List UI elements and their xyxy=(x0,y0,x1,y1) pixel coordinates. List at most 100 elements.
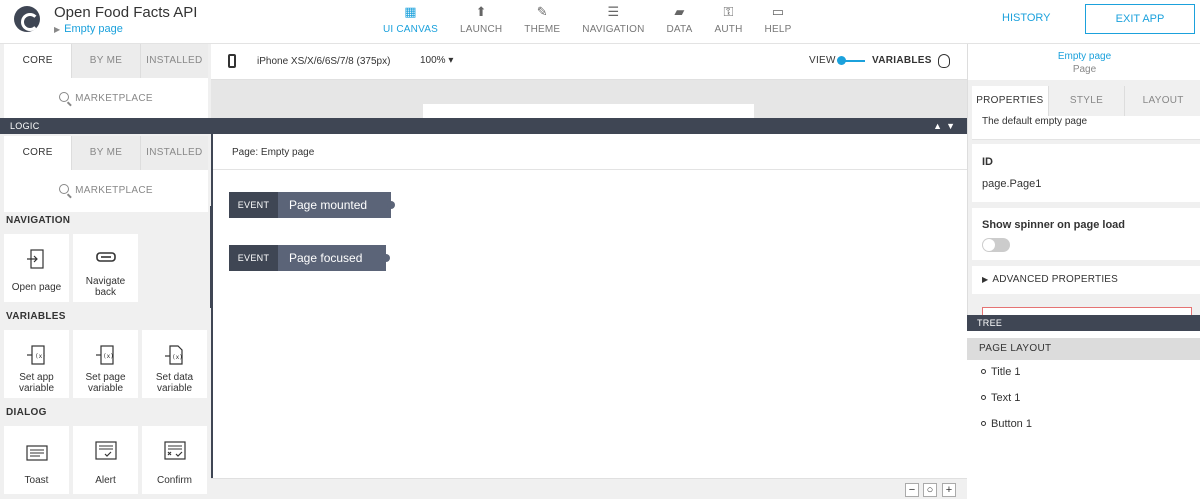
current-page-name: Empty page xyxy=(64,23,123,35)
tile-open-page-label: Open page xyxy=(11,282,62,293)
device-label: iPhone XS/X/6/6S/7/8 (375px) xyxy=(257,56,391,67)
tab-installed[interactable]: INSTALLED xyxy=(141,44,208,78)
id-property: ID page.Page1 xyxy=(972,144,1200,202)
nav-navigation[interactable]: ☰ NAVIGATION xyxy=(571,0,655,44)
view-variables-toggle[interactable] xyxy=(837,56,846,65)
event-page-mounted[interactable]: EVENT Page mounted xyxy=(229,192,396,218)
search-icon xyxy=(59,92,70,102)
selected-component-name: Empty page xyxy=(1057,51,1112,62)
tab-by-me[interactable]: BY ME xyxy=(72,44,141,78)
nav-ui-canvas[interactable]: ▦ UI CANVAS xyxy=(372,0,449,44)
canvas-toolbar: iPhone XS/X/6/6S/7/8 (375px) 100% ▾ VIEW… xyxy=(211,44,967,80)
left-panel: CORE BY ME INSTALLED MARKETPLACE CORE BY… xyxy=(0,44,211,499)
app-logo-icon[interactable] xyxy=(14,6,40,32)
nav-theme[interactable]: ✎ THEME xyxy=(513,0,571,44)
section-dialog: DIALOG xyxy=(6,407,47,418)
history-button[interactable]: HISTORY xyxy=(1002,12,1051,24)
logic-bar[interactable]: LOGIC ▲▼ xyxy=(0,118,967,134)
page-layout-header: PAGE LAYOUT xyxy=(967,338,1200,360)
logic-page-title: Page: Empty page xyxy=(213,134,967,170)
marketplace-button[interactable]: MARKETPLACE xyxy=(4,78,208,120)
search-icon xyxy=(59,184,70,194)
property-tabs: PROPERTIES STYLE LAYOUT xyxy=(972,86,1200,116)
ui-canvas-icon: ▦ xyxy=(404,4,417,19)
tree-item[interactable]: Text 1 xyxy=(981,392,1020,404)
nav-theme-label: THEME xyxy=(524,24,561,35)
launch-icon: ⬆ xyxy=(475,4,487,19)
caret-right-icon: ▶ xyxy=(54,25,61,34)
collapse-expand-icon[interactable]: ▲▼ xyxy=(933,118,959,134)
help-icon: ▭ xyxy=(771,4,785,19)
nav-launch[interactable]: ⬆ LAUNCH xyxy=(449,0,513,44)
logic-component-tabs: CORE BY ME INSTALLED xyxy=(4,136,208,170)
tile-confirm-label: Confirm xyxy=(156,475,192,486)
zoom-out-button[interactable]: − xyxy=(905,483,919,497)
tile-alert[interactable]: Alert xyxy=(73,426,138,494)
nav-help-label: HELP xyxy=(764,24,792,35)
tree-label: TREE xyxy=(977,318,1003,328)
caret-right-icon: ▶ xyxy=(982,275,989,284)
tile-set-app-variable-label: Set app variable xyxy=(18,372,55,394)
navigation-icon: ☰ xyxy=(607,4,620,19)
event-name: Page focused xyxy=(278,245,391,271)
nav-data[interactable]: ▰ DATA xyxy=(656,0,704,44)
exit-app-button[interactable]: EXIT APP xyxy=(1085,4,1195,34)
tile-set-app-variable[interactable]: (x) Set app variable xyxy=(4,330,69,398)
id-value[interactable]: page.Page1 xyxy=(982,178,1200,190)
section-variables: VARIABLES xyxy=(6,311,66,322)
tile-set-page-variable[interactable]: (x) Set page variable xyxy=(73,330,138,398)
tile-navigate-back-label: Navigate back xyxy=(85,276,126,298)
logic-tab-installed[interactable]: INSTALLED xyxy=(141,136,208,170)
confirm-icon xyxy=(163,441,186,460)
tile-open-page[interactable]: Open page xyxy=(4,234,69,302)
tree-item[interactable]: Title 1 xyxy=(981,366,1021,378)
selected-component-type: Page xyxy=(1072,64,1097,75)
zoom-selector[interactable]: 100% ▾ xyxy=(420,55,453,66)
nav-auth[interactable]: ⚿ AUTH xyxy=(704,0,754,44)
toast-icon xyxy=(25,445,48,461)
selected-component: Empty page Page xyxy=(968,44,1200,80)
tab-layout[interactable]: LAYOUT xyxy=(1125,86,1200,116)
advanced-properties-toggle[interactable]: ▶ ADVANCED PROPERTIES xyxy=(972,266,1200,294)
nav-auth-label: AUTH xyxy=(714,24,743,35)
id-label: ID xyxy=(982,156,993,168)
tree-bar[interactable]: TREE xyxy=(967,315,1200,331)
tile-confirm[interactable]: Confirm xyxy=(142,426,207,494)
tree-node-icon xyxy=(981,395,986,400)
logic-editor: Page: Empty page EVENT Page mounted EVEN… xyxy=(211,134,967,478)
nav-help[interactable]: ▭ HELP xyxy=(754,0,803,44)
device-selector[interactable]: iPhone XS/X/6/6S/7/8 (375px) xyxy=(257,56,390,67)
tile-toast-label: Toast xyxy=(24,475,49,486)
tree-item[interactable]: Button 1 xyxy=(981,418,1032,430)
current-page-selector[interactable]: ▶ Empty page xyxy=(54,23,123,35)
logic-bar-label: LOGIC xyxy=(10,121,40,131)
tab-style[interactable]: STYLE xyxy=(1049,86,1126,116)
tree-node-icon xyxy=(981,369,986,374)
spinner-toggle[interactable] xyxy=(982,238,1010,252)
debug-bug-icon[interactable] xyxy=(938,54,950,68)
tab-properties[interactable]: PROPERTIES xyxy=(972,86,1049,116)
nav-launch-label: LAUNCH xyxy=(459,24,503,35)
set-app-variable-icon: (x) xyxy=(26,345,46,365)
marketplace-label: MARKETPLACE xyxy=(75,93,153,104)
tree-node-icon xyxy=(981,421,986,426)
canvas-page-preview[interactable] xyxy=(423,104,754,118)
tab-core[interactable]: CORE xyxy=(4,44,73,78)
logic-marketplace-button[interactable]: MARKETPLACE xyxy=(4,170,208,212)
zoom-in-button[interactable]: + xyxy=(942,483,956,497)
zoom-reset-button[interactable]: ○ xyxy=(923,483,937,497)
tile-navigate-back[interactable]: Navigate back xyxy=(73,234,138,302)
tile-set-data-variable[interactable]: (x) Set data variable xyxy=(142,330,207,398)
logic-tab-core[interactable]: CORE xyxy=(4,136,73,170)
open-page-icon xyxy=(26,249,44,269)
app-title: Open Food Facts API xyxy=(54,4,198,21)
variables-label: VARIABLES xyxy=(872,55,932,66)
svg-text:(x): (x) xyxy=(35,353,46,360)
event-name: Page mounted xyxy=(278,192,396,218)
tile-toast[interactable]: Toast xyxy=(4,426,69,494)
event-page-focused[interactable]: EVENT Page focused xyxy=(229,245,391,271)
main-nav: ▦ UI CANVAS ⬆ LAUNCH ✎ THEME ☰ NAVIGATIO… xyxy=(372,0,802,44)
logic-tab-by-me[interactable]: BY ME xyxy=(72,136,141,170)
phone-icon[interactable] xyxy=(228,54,236,68)
svg-text:(x): (x) xyxy=(103,353,114,360)
